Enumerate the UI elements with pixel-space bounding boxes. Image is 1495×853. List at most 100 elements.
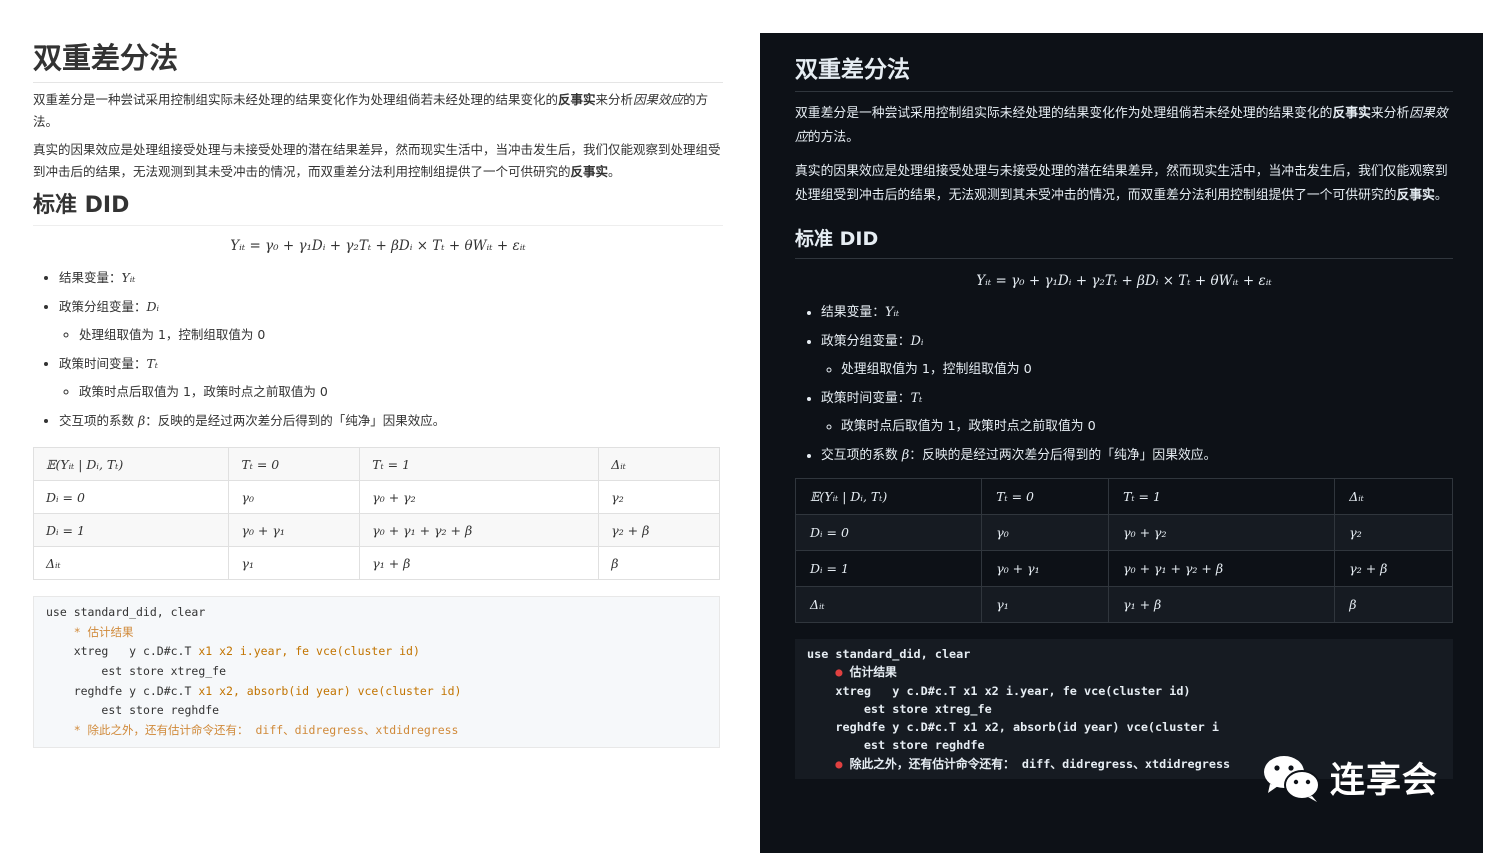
table-cell: γ₂ + β [1334, 550, 1453, 587]
intro-bold: 反事实 [558, 92, 596, 107]
intro-text-2: 来分析 [1370, 106, 1410, 121]
section-heading: 标准 DID [33, 191, 723, 226]
page-title: 双重差分法 [33, 40, 723, 83]
table-row: Δᵢₜ γ₁ γ₁ + ββ [32, 546, 720, 580]
bullet-dot-icon: ● [835, 756, 843, 771]
table-cell: γ₀ + γ₂ [1108, 514, 1336, 551]
table-row: Dᵢ = 1 γ₀ + γ₁ γ₀ + γ₁ + γ₂ + β γ₂ + β [794, 550, 1453, 587]
explanation-text: 真实的因果效应是处理组接受处理与未接受处理的潜在结果差异，然而现实生活中，当冲击… [795, 164, 1448, 203]
wechat-icon [1264, 755, 1320, 802]
list-text: ：反映的是经过两次差分后得到的「纯净」因果效应。 [909, 447, 1217, 463]
table-row: Dᵢ = 0 γ₀ γ₀ + γ₂ γ₂ [32, 480, 720, 514]
code-comment: ● 估计结果 [807, 663, 1441, 681]
table-row: 𝔼(Yᵢₜ | Dᵢ, Tₜ) Tₜ = 0 Tₜ = 1 Δᵢₜ [32, 447, 720, 481]
expectation-table-dark: 𝔼(Yᵢₜ | Dᵢ, Tₜ) Tₜ = 0 Tₜ = 1 Δᵢₜ Dᵢ = 0 γ₀ γ… [794, 478, 1453, 623]
sub-list-item: 政策时点后取值为 1，政策时点之前取值为 0 [841, 413, 1453, 442]
table-cell: Dᵢ = 0 [794, 514, 983, 551]
math-symbol: Tₜ [910, 390, 923, 406]
table-cell: 𝔼(Yᵢₜ | Dᵢ, Tₜ) [794, 478, 983, 515]
table-cell: γ₁ [981, 586, 1110, 623]
code-line: est store xtreg_fe [807, 700, 1441, 718]
table-cell: Tₜ = 1 [1108, 478, 1336, 515]
sub-list-item: 处理组取值为 1，控制组取值为 0 [841, 356, 1453, 385]
watermark-text: 连享会 [1330, 761, 1439, 801]
table-cell: γ₁ [228, 546, 361, 580]
table-cell: β [598, 546, 720, 580]
math-symbol: Dᵢ [910, 333, 924, 349]
list-text: ：反映的是经过两次差分后得到的「纯净」因果效应。 [145, 412, 446, 428]
code-line: use standard_did, clear [807, 647, 971, 661]
list-text: 结果变量： [821, 305, 885, 320]
intro-text: 双重差分是一种尝试采用控制组实际未经处理的结果变化作为处理组倘若未经处理的结果变… [33, 92, 559, 107]
table-cell: Δᵢₜ [1334, 478, 1453, 515]
comment-text: * 估计结果 [73, 624, 134, 639]
table-cell: Δᵢₜ [32, 546, 230, 580]
code-text: xtreg y c.D#c.T [73, 644, 199, 659]
table-cell: Tₜ = 1 [359, 447, 600, 481]
table-cell: γ₀ + γ₁ + γ₂ + β [359, 513, 600, 547]
code-line: reghdfe y c.D#c.T x1 x2, absorb(id year)… [46, 682, 707, 702]
explanation-bold: 反事实 [1396, 188, 1435, 203]
list-item: 结果变量：Yᵢₜ [59, 264, 723, 293]
table-cell: 𝔼(Yᵢₜ | Dᵢ, Tₜ) [32, 447, 230, 481]
code-comment: * 除此之外，还有估计命令还有： diff、didregress、xtdidre… [46, 721, 707, 741]
list-text: 交互项的系数 [821, 447, 902, 463]
code-text: est store xtreg_fe [73, 664, 227, 679]
intro-text-3: 的方法。 [807, 130, 859, 145]
code-text-colored: x1 x2, absorb(id year) vce(cluster id) [198, 683, 462, 698]
table-cell: γ₀ [981, 514, 1110, 551]
table-cell: γ₂ [598, 480, 720, 514]
comment-text: 除此之外，还有估计命令还有： diff、didregress、xtdidregr… [849, 756, 1231, 771]
did-formula: Yᵢₜ = γ₀ + γ₁Dᵢ + γ₂Tₜ + βDᵢ × Tₜ + θWᵢₜ… [230, 238, 526, 254]
math-symbol: Yᵢₜ [884, 305, 900, 320]
table-cell: γ₀ [228, 480, 361, 514]
bullet-dot-icon: ● [835, 665, 843, 680]
intro-bold: 反事实 [1332, 106, 1371, 121]
list-item: 政策时间变量：Tₜ 政策时点后取值为 1，政策时点之前取值为 0 [59, 350, 723, 407]
list-text: 政策时间变量： [59, 355, 147, 371]
list-item: 政策分组变量：Dᵢ 处理组取值为 1，控制组取值为 0 [59, 293, 723, 350]
explanation-end: 。 [608, 164, 621, 179]
code-line: est store reghdfe [46, 701, 707, 721]
watermark: 连享会 [1262, 752, 1438, 803]
code-line: est store xtreg_fe [46, 662, 707, 682]
code-text-colored: x1 x2 i.year, fe vce(cluster id) [198, 644, 420, 659]
list-item: 结果变量：Yᵢₜ [821, 299, 1453, 328]
explanation-paragraph: 真实的因果效应是处理组接受处理与未接受处理的潜在结果差异，然而现实生活中，当冲击… [33, 139, 723, 183]
math-symbol: Dᵢ [146, 298, 160, 314]
list-text: 政策分组变量： [59, 298, 147, 314]
code-text: reghdfe y c.D#c.T x1 x2, absorb(id year)… [835, 720, 1219, 735]
intro-paragraph: 双重差分是一种尝试采用控制组实际未经处理的结果变化作为处理组倘若未经处理的结果变… [33, 89, 723, 133]
section-heading-dark: 标准 DID [795, 224, 1453, 259]
table-cell: Δᵢₜ [598, 447, 720, 481]
table-cell: γ₁ + β [359, 546, 600, 580]
comment-text: 估计结果 [849, 665, 897, 680]
intro-italic: 因果效应 [633, 92, 684, 107]
code-text: est store reghdfe [73, 703, 220, 718]
table-cell: Tₜ = 0 [981, 478, 1110, 515]
code-text: est store reghdfe [835, 738, 985, 753]
comment-text: * 除此之外，还有估计命令还有： diff、didregress、xtdidre… [73, 723, 459, 738]
intro-text: 双重差分是一种尝试采用控制组实际未经处理的结果变化作为处理组倘若未经处理的结果变… [795, 106, 1333, 121]
code-text: xtreg y c.D#c.T x1 x2 i.year, fe vce(clu… [835, 683, 1191, 698]
table-cell: γ₁ + β [1108, 586, 1336, 623]
table-cell: β [1334, 586, 1453, 623]
did-formula-dark: Yᵢₜ = γ₀ + γ₁Dᵢ + γ₂Tₜ + βDᵢ × Tₜ + θWᵢₜ… [976, 273, 1272, 289]
table-cell: γ₂ + β [598, 513, 720, 547]
code-text: est store xtreg_fe [835, 701, 992, 716]
list-text: 交互项的系数 [59, 412, 138, 428]
page-title-dark: 双重差分法 [795, 55, 1453, 92]
table-cell: γ₀ + γ₂ [359, 480, 600, 514]
explanation-paragraph-dark: 真实的因果效应是处理组接受处理与未接受处理的潜在结果差异，然而现实生活中，当冲击… [795, 160, 1453, 208]
intro-text-2: 来分析 [595, 92, 634, 107]
intro-paragraph-dark: 双重差分是一种尝试采用控制组实际未经处理的结果变化作为处理组倘若未经处理的结果变… [795, 102, 1453, 150]
table-cell: Δᵢₜ [794, 586, 983, 623]
list-item: 交互项的系数 β：反映的是经过两次差分后得到的「纯净」因果效应。 [821, 442, 1453, 471]
code-comment: * 估计结果 [46, 623, 707, 643]
stata-code-block[interactable]: use standard_did, clear * 估计结果 xtreg y c… [33, 596, 720, 748]
code-line: use standard_did, clear [46, 605, 206, 619]
sub-list-item: 政策时点后取值为 1，政策时点之前取值为 0 [79, 378, 723, 407]
table-cell: γ₀ + γ₁ + γ₂ + β [1108, 550, 1336, 587]
variable-list-dark: 结果变量：Yᵢₜ 政策分组变量：Dᵢ 处理组取值为 1，控制组取值为 0 政策时… [795, 299, 1453, 470]
table-cell: γ₀ + γ₁ [981, 550, 1110, 587]
